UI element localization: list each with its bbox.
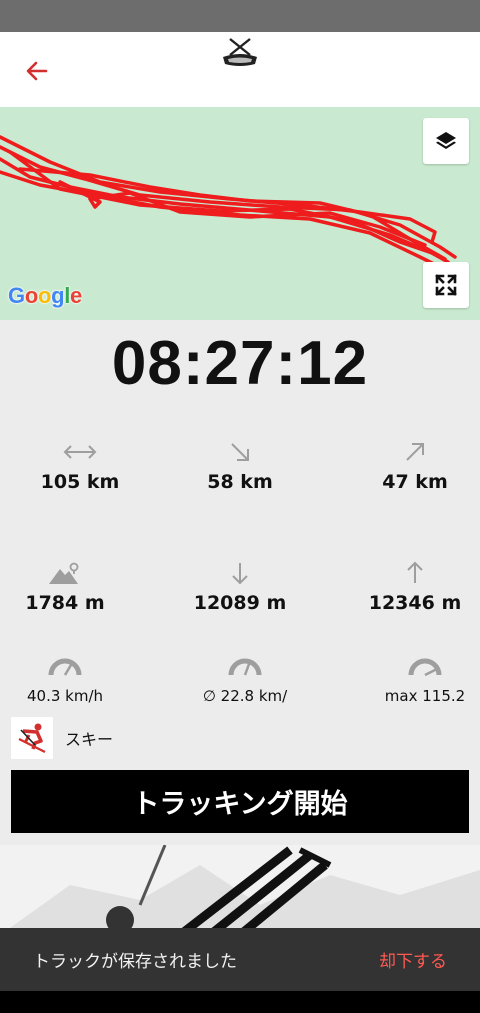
google-attribution: Google (8, 283, 82, 308)
app-bar (0, 32, 480, 107)
stat-uphill-distance: 47 km (335, 439, 480, 493)
gauge-high-icon (408, 658, 442, 677)
promo-banner[interactable] (0, 845, 480, 935)
stat-altitude: 1784 m (0, 560, 145, 614)
sport-label: スキー (65, 730, 114, 749)
gauge-icon (48, 658, 82, 676)
fullscreen-icon (435, 274, 457, 296)
map-view[interactable]: Google (0, 107, 480, 320)
altitude-value: 1784 m (25, 592, 105, 614)
back-button[interactable] (20, 54, 54, 88)
arrow-down-icon (232, 563, 248, 585)
skier-icon (18, 723, 46, 753)
promo-image (0, 845, 480, 935)
snackbar: トラックが保存されました 却下する (0, 928, 480, 991)
stat-downhill-distance: 58 km (160, 439, 320, 493)
stat-ascent: 12346 m (335, 560, 480, 614)
gauge-icon (228, 658, 262, 676)
speed-value: 40.3 km/h (26, 687, 104, 705)
snackbar-message: トラックが保存されました (33, 952, 237, 972)
ascent-value: 12346 m (368, 592, 462, 614)
uphill-distance-value: 47 km (382, 471, 448, 493)
horizontal-arrows-icon (63, 445, 97, 459)
arrow-up-right-icon (406, 443, 424, 461)
mountain-pin-icon (49, 562, 79, 584)
ski-logo-icon (223, 38, 257, 66)
avg-speed-value: ∅ 22.8 km/ (202, 687, 288, 705)
total-distance-value: 105 km (40, 471, 120, 493)
stat-avg-speed: ∅ 22.8 km/ (165, 653, 325, 705)
arrow-up-icon (407, 561, 423, 583)
max-speed-value: max 115.2 (384, 687, 466, 705)
stat-max-speed: max 115.2 (345, 653, 480, 705)
navigation-bar (0, 991, 480, 1013)
sport-selector[interactable]: スキー (11, 717, 113, 759)
fullscreen-button[interactable] (423, 262, 469, 308)
layers-icon (436, 132, 456, 149)
arrow-down-right-icon (231, 443, 249, 461)
stat-descent: 12089 m (160, 560, 320, 614)
start-tracking-button[interactable]: トラッキング開始 (11, 770, 469, 833)
downhill-distance-value: 58 km (207, 471, 273, 493)
elapsed-timer: 08:27:12 (111, 329, 369, 398)
arrow-left-icon (26, 61, 48, 81)
stat-total-distance: 105 km (0, 439, 160, 493)
descent-value: 12089 m (193, 592, 287, 614)
skier-icon-box (11, 717, 53, 759)
dismiss-button[interactable]: 却下する (379, 947, 447, 972)
status-bar (0, 0, 480, 32)
layers-button[interactable] (423, 118, 469, 164)
stat-speed: 40.3 km/h (0, 653, 145, 705)
